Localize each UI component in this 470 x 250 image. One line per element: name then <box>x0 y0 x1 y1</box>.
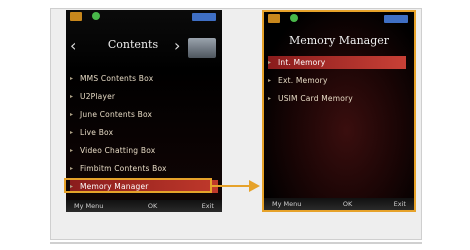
softkey-right[interactable]: Exit <box>394 200 406 208</box>
menu-item-ext-memory[interactable]: ▸ Ext. Memory <box>268 74 406 87</box>
screen-title: Contents <box>107 38 159 51</box>
softkey-center[interactable]: OK <box>343 200 352 208</box>
bullet-arrow-icon: ▸ <box>70 93 74 100</box>
menu-item-mms-contents-box[interactable]: ▸ MMS Contents Box <box>70 72 218 85</box>
menu-item-int-memory[interactable]: ▸ Int. Memory <box>268 56 406 69</box>
menu-item-usim-card-memory[interactable]: ▸ USIM Card Memory <box>268 92 406 105</box>
bullet-arrow-icon: ▸ <box>70 129 74 136</box>
softkey-bar: My Menu OK Exit <box>264 198 414 210</box>
menu-item-live-box[interactable]: ▸ Live Box <box>70 126 218 139</box>
arrow-connector-line <box>212 185 250 187</box>
bullet-arrow-icon: ▸ <box>70 111 74 118</box>
bullet-arrow-icon: ▸ <box>70 147 74 154</box>
softkey-left[interactable]: My Menu <box>272 200 301 208</box>
status-bar <box>66 10 222 24</box>
folder-icon <box>188 38 216 58</box>
signal-icon <box>290 14 298 22</box>
selection-highlight-box <box>64 178 212 193</box>
status-bar <box>264 12 414 26</box>
softkey-center[interactable]: OK <box>148 202 157 210</box>
softkey-left[interactable]: My Menu <box>74 202 103 210</box>
bullet-arrow-icon: ▸ <box>268 59 272 66</box>
screen-title: Memory Manager <box>288 34 390 47</box>
chevron-left-icon[interactable]: ‹ <box>70 36 76 55</box>
arrow-right-icon <box>249 180 260 192</box>
menu-item-fimbitm-contents-box[interactable]: ▸ Fimbitm Contents Box <box>70 162 218 175</box>
softkey-bar: My Menu OK Exit <box>66 200 222 212</box>
title-bar: ‹ Contents › <box>66 34 222 58</box>
bullet-arrow-icon: ▸ <box>268 77 272 84</box>
battery-icon <box>192 13 216 21</box>
softkey-right[interactable]: Exit <box>202 202 214 210</box>
mail-icon <box>70 12 82 21</box>
phone-screen-memory-manager: Memory Manager ▸ Int. Memory ▸ Ext. Memory… <box>262 10 416 212</box>
menu-item-june-contents-box[interactable]: ▸ June Contents Box <box>70 108 218 121</box>
divider <box>50 242 422 244</box>
menu-item-video-chatting-box[interactable]: ▸ Video Chatting Box <box>70 144 218 157</box>
bullet-arrow-icon: ▸ <box>268 95 272 102</box>
signal-icon <box>92 12 100 20</box>
menu-item-u2player[interactable]: ▸ U2Player <box>70 90 218 103</box>
battery-icon <box>384 15 408 23</box>
bullet-arrow-icon: ▸ <box>70 165 74 172</box>
bullet-arrow-icon: ▸ <box>70 75 74 82</box>
chevron-right-icon[interactable]: › <box>174 36 180 55</box>
mail-icon <box>268 14 280 23</box>
